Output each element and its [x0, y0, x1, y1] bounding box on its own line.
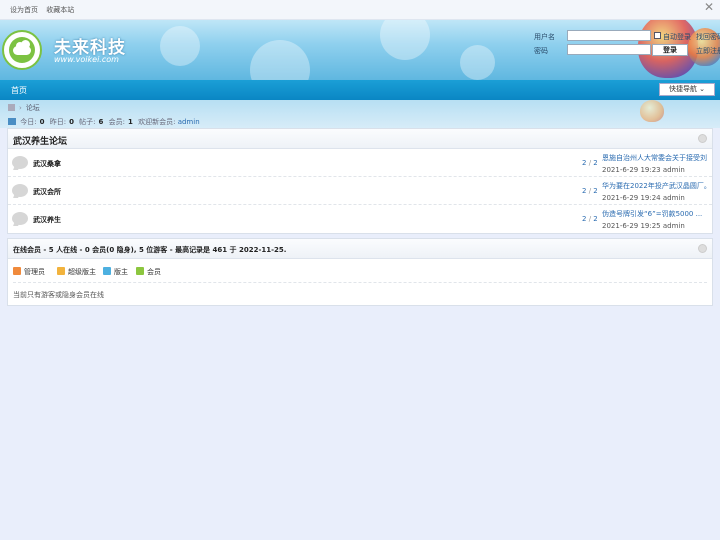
- bokeh-decoration: [460, 45, 495, 80]
- newest-member-label: 欢迎新会员:: [138, 118, 176, 126]
- post-count: 2: [593, 215, 598, 223]
- bookmark-link[interactable]: 收藏本站: [46, 6, 74, 14]
- forum-bubble-icon: [12, 156, 28, 169]
- site-header: 未来科技 www.voikei.com 用户名 自动登录 找回密码 密码 登录 …: [0, 20, 720, 80]
- last-post-title[interactable]: 华为要在2022年投产武汉晶圆厂。...: [602, 181, 710, 191]
- last-post: 华为要在2022年投产武汉晶圆厂。... 2021-6-29 19:24 adm…: [602, 181, 710, 202]
- quick-nav-button[interactable]: 快捷导航 ⌄: [659, 83, 715, 96]
- breadcrumb-forum[interactable]: 论坛: [26, 104, 40, 112]
- password-row: 密码 登录 立即注册: [530, 44, 720, 56]
- legend-member-label: 会员: [147, 268, 161, 276]
- close-icon[interactable]: ✕: [704, 1, 714, 13]
- legend-member: 会员: [136, 267, 161, 277]
- forum-row: 武汉桑拿 2 / 2 恩施自治州人大常委会关于接受刘 ... 2021-6-29…: [8, 149, 712, 177]
- nav-home[interactable]: 首页: [11, 85, 27, 96]
- forum-section-panel: 武汉养生论坛 武汉桑拿 2 / 2 恩施自治州人大常委会关于接受刘 ... 20…: [7, 128, 713, 234]
- online-header: 在线会员 - 5 人在线 - 0 会员(0 隐身), 5 位游客 - 最高记录是…: [8, 239, 712, 259]
- legend-admin: 管理员: [13, 267, 45, 277]
- collapse-toggle-icon[interactable]: [698, 134, 707, 143]
- forum-name[interactable]: 武汉桑拿: [33, 159, 61, 169]
- member-legend: 管理员 超级版主 版主 会员: [13, 259, 707, 283]
- breadcrumb: › 论坛: [8, 103, 40, 113]
- members-count: 1: [128, 118, 133, 126]
- register-link[interactable]: 立即注册: [696, 46, 720, 56]
- moderator-user-icon: [103, 267, 111, 275]
- posts-label: 帖子:: [79, 118, 96, 126]
- forum-row: 武汉会所 2 / 2 华为要在2022年投产武汉晶圆厂。... 2021-6-2…: [8, 177, 712, 205]
- bokeh-decoration: [160, 26, 200, 66]
- online-body: 管理员 超级版主 版主 会员 当前只有游客或隐身会员在线: [8, 259, 712, 305]
- online-members-panel: 在线会员 - 5 人在线 - 0 会员(0 隐身), 5 位游客 - 最高记录是…: [7, 238, 713, 306]
- posts-count: 6: [98, 118, 104, 126]
- balloon-image: [640, 100, 664, 122]
- top-links: 设为首页 收藏本站: [10, 5, 80, 15]
- auto-login-label: 自动登录: [663, 33, 691, 41]
- members-label: 会员:: [108, 118, 125, 126]
- online-title[interactable]: 在线会员 - 5 人在线 - 0 会员(0 隐身), 5 位游客 - 最高记录是…: [13, 245, 286, 255]
- forum-bubble-icon: [12, 212, 28, 225]
- login-button[interactable]: 登录: [652, 44, 688, 56]
- forum-bubble-icon: [12, 184, 28, 197]
- forum-row: 武汉养生 2 / 2 伪造号牌引发“6”=罚款5000 ... 2021-6-2…: [8, 205, 712, 233]
- last-post-meta: 2021-6-29 19:23 admin: [602, 166, 685, 174]
- legend-super-moderator: 超级版主: [57, 267, 96, 277]
- post-count: 2: [593, 159, 598, 167]
- member-user-icon: [136, 267, 144, 275]
- auto-login-checkbox[interactable]: [654, 32, 661, 39]
- bokeh-decoration: [250, 40, 310, 80]
- legend-moderator-label: 版主: [114, 268, 128, 276]
- collapse-toggle-icon[interactable]: [698, 244, 707, 253]
- last-post-title[interactable]: 伪造号牌引发“6”=罚款5000 ...: [602, 209, 710, 219]
- today-label: 今日:: [20, 118, 37, 126]
- legend-admin-label: 管理员: [24, 268, 45, 276]
- username-label: 用户名: [534, 33, 555, 41]
- last-post: 伪造号牌引发“6”=罚款5000 ... 2021-6-29 19:25 adm…: [602, 209, 710, 230]
- password-input[interactable]: [567, 44, 651, 55]
- legend-moderator: 版主: [103, 267, 128, 277]
- main-nav: 首页 快捷导航 ⌄: [0, 80, 720, 100]
- home-icon[interactable]: [8, 104, 15, 111]
- legend-super-moderator-label: 超级版主: [68, 268, 96, 276]
- yesterday-count: 0: [69, 118, 74, 126]
- logo-url: www.voikei.com: [54, 55, 119, 64]
- cloud-logo-icon: [2, 30, 42, 70]
- retrieve-password-link[interactable]: 找回密码: [696, 32, 720, 42]
- last-post-title[interactable]: 恩施自治州人大常委会关于接受刘 ...: [602, 153, 710, 163]
- forum-stats: 今日: 0 昨日: 0 帖子: 6 会员: 1 欢迎新会员: admin: [8, 117, 200, 127]
- forum-counts: 2 / 2: [582, 187, 598, 195]
- forum-name[interactable]: 武汉会所: [33, 187, 61, 197]
- yesterday-label: 昨日:: [49, 118, 67, 126]
- stats-chart-icon: [8, 118, 16, 125]
- newest-member-link[interactable]: admin: [178, 118, 200, 126]
- forum-section-title[interactable]: 武汉养生论坛: [13, 134, 67, 147]
- today-count: 0: [39, 118, 45, 126]
- forum-counts: 2 / 2: [582, 215, 598, 223]
- username-input[interactable]: [567, 30, 651, 41]
- post-count: 2: [593, 187, 598, 195]
- password-label: 密码: [534, 47, 548, 55]
- super-moderator-user-icon: [57, 267, 65, 275]
- last-post-meta: 2021-6-29 19:24 admin: [602, 194, 685, 202]
- forum-section-header: 武汉养生论坛: [8, 129, 712, 149]
- admin-user-icon: [13, 267, 21, 275]
- site-logo[interactable]: 未来科技 www.voikei.com: [2, 30, 132, 70]
- forum-name[interactable]: 武汉养生: [33, 215, 61, 225]
- online-note: 当前只有游客或隐身会员在线: [13, 291, 104, 299]
- bokeh-decoration: [380, 20, 430, 60]
- forum-counts: 2 / 2: [582, 159, 598, 167]
- last-post: 恩施自治州人大常委会关于接受刘 ... 2021-6-29 19:23 admi…: [602, 153, 710, 174]
- top-bar: 设为首页 收藏本站 ✕: [0, 0, 720, 20]
- username-row: 用户名 自动登录 找回密码: [530, 30, 720, 42]
- last-post-meta: 2021-6-29 19:25 admin: [602, 222, 685, 230]
- set-homepage-link[interactable]: 设为首页: [10, 6, 38, 14]
